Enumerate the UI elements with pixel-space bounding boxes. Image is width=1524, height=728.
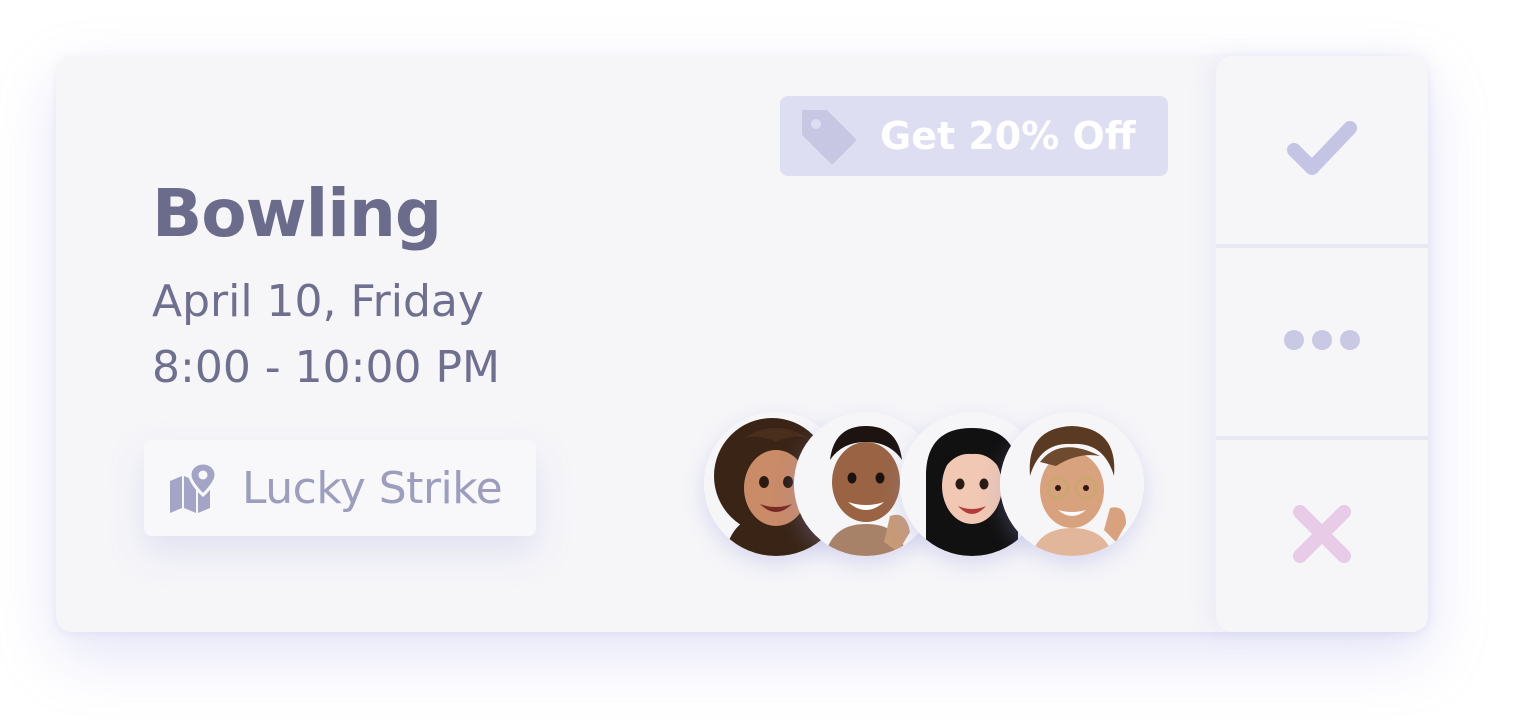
- event-time: 8:00 - 10:00 PM: [152, 342, 500, 393]
- decline-button[interactable]: [1216, 440, 1428, 632]
- event-date: April 10, Friday: [152, 276, 484, 327]
- action-panel: [1216, 56, 1428, 632]
- tag-icon: [798, 106, 858, 166]
- close-icon: [1292, 504, 1352, 568]
- attendee-avatar-4[interactable]: [1000, 412, 1144, 556]
- promo-label: Get 20% Off: [880, 114, 1136, 158]
- attendee-avatars: [704, 412, 1144, 560]
- more-button[interactable]: [1216, 248, 1428, 436]
- location-label: Lucky Strike: [242, 462, 503, 514]
- promo-badge[interactable]: Get 20% Off: [780, 96, 1168, 176]
- map-pin-icon: [166, 461, 220, 515]
- location-chip[interactable]: Lucky Strike: [144, 440, 536, 536]
- more-dots-icon: [1282, 329, 1362, 355]
- accept-button[interactable]: [1216, 56, 1428, 244]
- event-card: Bowling April 10, Friday 8:00 - 10:00 PM…: [56, 56, 1428, 632]
- checkmark-icon: [1286, 118, 1358, 182]
- event-title: Bowling: [152, 175, 442, 252]
